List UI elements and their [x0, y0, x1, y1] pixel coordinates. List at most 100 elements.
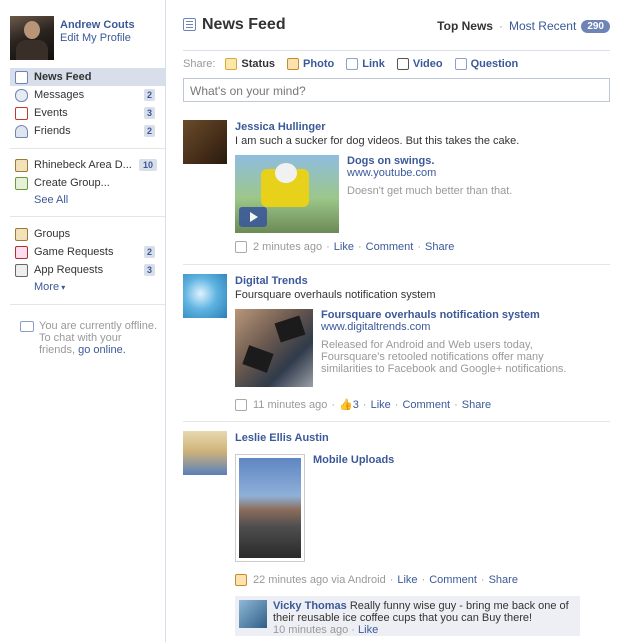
comment-button[interactable]: Comment	[402, 399, 450, 411]
separator-dot: ·	[389, 574, 394, 586]
video-icon	[235, 241, 247, 253]
story-divider	[183, 421, 610, 422]
profile-name-link[interactable]: Andrew Couts	[60, 19, 135, 32]
link-icon	[235, 398, 247, 411]
share-link-label: Link	[362, 57, 385, 70]
sidebar-item-create-group[interactable]: Create Group...	[10, 174, 165, 192]
attachment-description: Doesn't get much better than that.	[347, 185, 513, 197]
sidebar-item-label: Create Group...	[34, 177, 110, 189]
photo-thumbnail[interactable]	[235, 454, 305, 562]
separator-dot: ·	[454, 398, 458, 411]
messages-icon	[15, 88, 28, 102]
attachment-url[interactable]: www.digitaltrends.com	[321, 321, 591, 333]
like-button[interactable]: Like	[334, 241, 354, 253]
profile-block: Andrew Couts Edit My Profile	[10, 16, 135, 60]
play-icon[interactable]	[239, 207, 267, 227]
sidebar-item-news-feed[interactable]: News Feed	[10, 68, 165, 86]
attachment-url[interactable]: www.youtube.com	[347, 167, 587, 179]
sidebar-item-rhinebeck[interactable]: Rhinebeck Area D... 10	[10, 156, 165, 174]
video-thumbnail[interactable]	[235, 155, 339, 233]
sidebar-item-events[interactable]: Events 3	[10, 104, 165, 122]
share-video-button[interactable]: Video	[396, 57, 443, 70]
story-author-link[interactable]: Jessica Hullinger	[235, 120, 610, 134]
comment-button[interactable]: Comment	[429, 574, 477, 586]
mobile-uploads-link[interactable]: Mobile Uploads	[313, 454, 553, 466]
question-icon	[454, 57, 467, 70]
attachment-title-link[interactable]: Dogs on swings.	[347, 155, 587, 167]
more-link[interactable]: More ▾	[10, 279, 165, 296]
messages-count-badge: 2	[143, 89, 155, 101]
share-photo-label: Photo	[303, 57, 335, 70]
story-time[interactable]: 11 minutes ago	[253, 399, 327, 411]
story-author-avatar[interactable]	[183, 274, 227, 318]
phone-image	[274, 315, 306, 343]
feed-story: Digital Trends Foursquare overhauls noti…	[183, 274, 610, 419]
story-message: Foursquare overhauls notification system	[235, 289, 436, 301]
comment-author-avatar[interactable]	[239, 600, 267, 628]
sidebar-item-label: News Feed	[34, 71, 92, 83]
separator-dot: ·	[331, 398, 336, 411]
most-recent-count-badge: 290	[581, 19, 610, 33]
groups-nav: Rhinebeck Area D... 10 Create Group... S…	[10, 156, 165, 209]
share-question-label: Question	[470, 57, 519, 70]
sidebar-item-groups[interactable]: Groups	[10, 225, 165, 243]
story-author-avatar[interactable]	[183, 431, 227, 475]
story-author-avatar[interactable]	[183, 120, 227, 164]
story-time[interactable]: 22 minutes ago via Android	[253, 574, 386, 586]
share-bar: Share: Status Photo Link Video Question	[183, 50, 610, 76]
comment-item: Vicky Thomas Really funny wise guy - bri…	[235, 596, 580, 636]
attachment-thumbnail[interactable]	[235, 309, 313, 387]
share-link-button[interactable]: Link	[346, 57, 385, 70]
events-count-badge: 3	[143, 107, 155, 119]
tab-top-news[interactable]: Top News	[437, 19, 493, 33]
separator-dot: ·	[362, 398, 367, 411]
share-button[interactable]: Share	[462, 399, 491, 411]
separator-dot: ·	[326, 241, 330, 253]
friends-count-badge: 2	[143, 125, 155, 137]
go-online-link[interactable]: go online.	[78, 344, 126, 356]
story-attachment: Dogs on swings. www.youtube.com Doesn't …	[235, 155, 610, 235]
left-sidebar: Andrew Couts Edit My Profile News Feed M…	[0, 0, 166, 642]
story-author-link[interactable]: Leslie Ellis Austin	[235, 431, 610, 445]
sidebar-item-friends[interactable]: Friends 2	[10, 122, 165, 140]
share-status-label: Status	[241, 57, 276, 70]
story-attachment: Mobile Uploads	[235, 454, 610, 566]
profile-avatar[interactable]	[10, 16, 54, 60]
share-question-button[interactable]: Question	[454, 57, 519, 70]
like-button[interactable]: Like	[397, 574, 417, 586]
news-feed-icon	[183, 18, 196, 31]
comment-like-button[interactable]: Like	[358, 624, 378, 636]
tab-most-recent[interactable]: Most Recent	[509, 19, 576, 33]
sidebar-item-app-requests[interactable]: App Requests 3	[10, 261, 165, 279]
share-button[interactable]: Share	[489, 574, 518, 586]
sidebar-item-label: Friends	[34, 125, 71, 137]
comment-button[interactable]: Comment	[366, 241, 414, 253]
sidebar-item-game-requests[interactable]: Game Requests 2	[10, 243, 165, 261]
like-count[interactable]: 👍3	[339, 398, 359, 411]
chat-icon	[20, 321, 34, 332]
sidebar-item-label: App Requests	[34, 264, 104, 276]
attachment-description: Released for Android and Web users today…	[321, 339, 567, 375]
story-time[interactable]: 2 minutes ago	[253, 241, 322, 253]
sidebar-item-messages[interactable]: Messages 2	[10, 86, 165, 104]
network-icon	[15, 158, 28, 172]
story-message: I am such a sucker for dog videos. But t…	[235, 135, 520, 147]
feed-header: News Feed Top News · Most Recent 290	[183, 14, 610, 40]
sidebar-item-label: Messages	[34, 89, 85, 101]
see-all-link[interactable]: See All	[10, 192, 165, 209]
separator-dot: ·	[480, 574, 485, 586]
like-button[interactable]: Like	[371, 399, 391, 411]
status-composer-input[interactable]: What's on your mind?	[183, 78, 610, 102]
story-meta: 11 minutes ago · 👍3 · Like · Comment · S…	[235, 398, 491, 411]
separator-dot: ·	[357, 241, 362, 253]
edit-profile-link[interactable]: Edit My Profile	[60, 32, 135, 45]
more-label: More	[34, 281, 60, 293]
story-author-link[interactable]: Digital Trends	[235, 274, 610, 288]
uploaded-photo	[239, 458, 301, 558]
share-photo-button[interactable]: Photo	[287, 57, 335, 70]
share-status-button[interactable]: Status	[225, 57, 276, 70]
share-button[interactable]: Share	[425, 241, 454, 253]
attachment-title-link[interactable]: Foursquare overhauls notification system	[321, 309, 591, 321]
comment-author-link[interactable]: Vicky Thomas	[273, 600, 347, 612]
sidebar-item-label: Rhinebeck Area D...	[34, 159, 132, 171]
